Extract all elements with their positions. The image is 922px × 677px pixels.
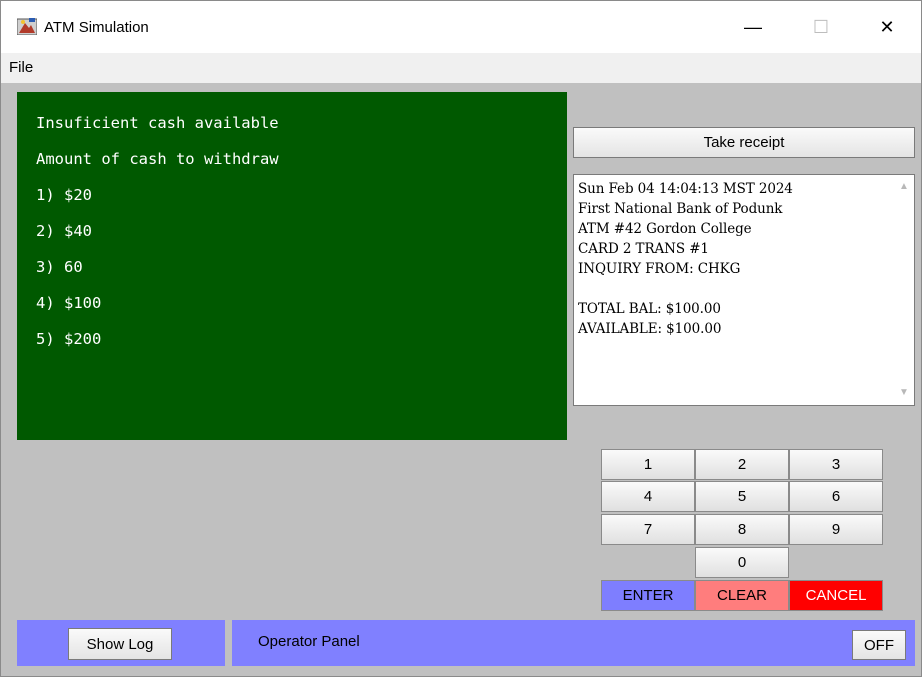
- window-title: ATM Simulation: [44, 19, 149, 36]
- display-line: Amount of cash to withdraw: [36, 150, 279, 168]
- key-6[interactable]: 6: [789, 481, 883, 512]
- display-line: 1) $20: [36, 186, 92, 204]
- receipt-line: ATM #42 Gordon College: [578, 221, 752, 237]
- key-3[interactable]: 3: [789, 449, 883, 480]
- key-5[interactable]: 5: [695, 481, 789, 512]
- receipt-line: CARD 2 TRANS #1: [578, 241, 709, 257]
- chevron-up-icon[interactable]: ▲: [897, 180, 911, 194]
- key-4[interactable]: 4: [601, 481, 695, 512]
- menu-bar: File: [1, 53, 921, 83]
- receipt-text-area[interactable]: Sun Feb 04 14:04:13 MST 2024 First Natio…: [573, 174, 915, 406]
- cancel-button[interactable]: CANCEL: [789, 580, 883, 611]
- receipt-line: AVAILABLE: $100.00: [578, 321, 722, 337]
- minimize-button[interactable]: —: [725, 1, 781, 53]
- display-line: 3) 60: [36, 258, 83, 276]
- display-line: 2) $40: [36, 222, 92, 240]
- clear-button[interactable]: CLEAR: [695, 580, 789, 611]
- operator-panel-label: Operator Panel: [258, 633, 360, 650]
- maximize-button[interactable]: ☐: [793, 1, 849, 53]
- atm-window: ATM Simulation — ☐ ✕ File Insuficient ca…: [0, 0, 922, 677]
- display-line: 4) $100: [36, 294, 102, 312]
- display-line: 5) $200: [36, 330, 102, 348]
- atm-display: Insuficient cash available Amount of cas…: [17, 92, 567, 440]
- atm-app-icon: [17, 18, 37, 35]
- show-log-button[interactable]: Show Log: [68, 628, 172, 660]
- close-button[interactable]: ✕: [859, 1, 915, 53]
- operator-off-button[interactable]: OFF: [852, 630, 906, 660]
- receipt-line: First National Bank of Podunk: [578, 201, 783, 217]
- display-line: Insuficient cash available: [36, 114, 279, 132]
- key-7[interactable]: 7: [601, 514, 695, 545]
- key-0[interactable]: 0: [695, 547, 789, 578]
- menu-file[interactable]: File: [9, 59, 33, 76]
- key-8[interactable]: 8: [695, 514, 789, 545]
- receipt-line: Sun Feb 04 14:04:13 MST 2024: [578, 181, 793, 197]
- receipt-line: INQUIRY FROM: CHKG: [578, 261, 741, 277]
- receipt-line: TOTAL BAL: $100.00: [578, 301, 721, 317]
- title-bar: ATM Simulation — ☐ ✕: [1, 1, 921, 53]
- chevron-down-icon[interactable]: ▼: [897, 386, 911, 400]
- key-2[interactable]: 2: [695, 449, 789, 480]
- take-receipt-button[interactable]: Take receipt: [573, 127, 915, 158]
- receipt-scrollbar[interactable]: ▲ ▼: [894, 175, 914, 405]
- key-1[interactable]: 1: [601, 449, 695, 480]
- enter-button[interactable]: ENTER: [601, 580, 695, 611]
- key-9[interactable]: 9: [789, 514, 883, 545]
